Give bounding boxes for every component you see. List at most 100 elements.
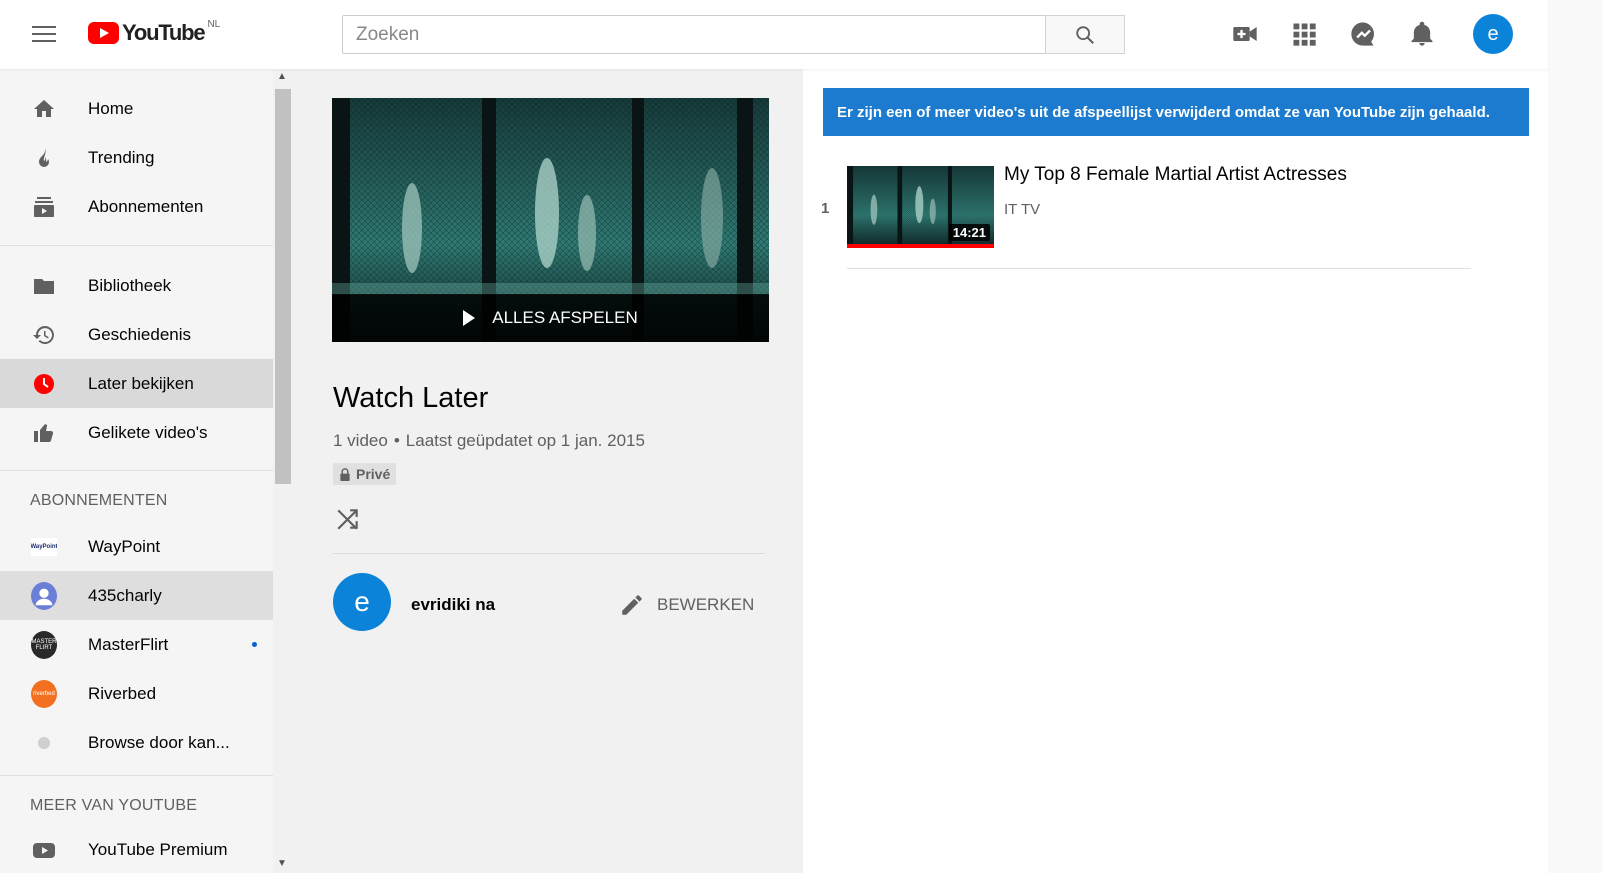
- play-all-button[interactable]: ALLES AFSPELEN: [332, 294, 769, 342]
- sidebar-item-channel-masterflirt[interactable]: MASTER FLIRT MasterFlirt: [0, 620, 273, 669]
- clock-icon: [31, 371, 57, 397]
- logo-text: YouTube: [122, 20, 206, 45]
- separator-dot: •: [393, 431, 400, 450]
- privacy-badge[interactable]: Privé: [333, 463, 397, 485]
- apps-grid-icon[interactable]: [1290, 20, 1318, 48]
- masthead: YouTube NL e: [0, 0, 1548, 69]
- scroll-thumb[interactable]: [275, 89, 291, 484]
- edit-label: BEWERKEN: [657, 595, 755, 614]
- sidebar-item-label: Geschiedenis: [88, 324, 192, 344]
- sidebar: Home Trending Abonnementen Bibliotheek G…: [0, 69, 273, 873]
- shuffle-icon[interactable]: [335, 506, 361, 532]
- youtube-play-icon: [88, 22, 119, 44]
- home-icon: [31, 96, 57, 122]
- account-avatar[interactable]: e: [1473, 14, 1513, 54]
- sidebar-item-label: Gelikete video's: [88, 422, 208, 442]
- sidebar-item-label: MasterFlirt: [88, 634, 169, 654]
- playlist-contents: Er zijn een of meer video's uit de afspe…: [803, 69, 1548, 873]
- sidebar-item-label: WayPoint: [88, 536, 161, 556]
- edit-button[interactable]: BEWERKEN: [619, 589, 754, 621]
- sidebar-item-channel-435charly[interactable]: 435charly: [0, 571, 273, 620]
- avatar: [31, 581, 57, 610]
- lock-icon: [340, 467, 350, 481]
- sidebar-divider: [0, 245, 273, 246]
- removed-videos-alert: Er zijn een of meer video's uit de afspe…: [823, 88, 1529, 136]
- browse-channels-icon: [31, 730, 57, 756]
- sidebar-item-label: 435charly: [88, 585, 162, 605]
- scroll-down-arrow-icon[interactable]: ▼: [277, 858, 287, 869]
- sidebar-item-label: Bibliotheek: [88, 275, 172, 295]
- play-icon: [463, 310, 476, 326]
- playlist-video-row[interactable]: 1 14:21 My Top 8 Female Martial Artist A…: [817, 164, 1471, 269]
- sidebar-item-label: Riverbed: [88, 683, 157, 703]
- history-icon: [31, 322, 57, 348]
- flame-icon: [31, 145, 57, 171]
- video-index: 1: [821, 200, 830, 217]
- playlist-title[interactable]: Watch Later: [333, 382, 488, 415]
- avatar: riverbed: [31, 679, 57, 708]
- sidebar-item-browse-channels[interactable]: Browse door kan...: [0, 718, 273, 767]
- subscriptions-heading: ABONNEMENTEN: [30, 492, 168, 509]
- search-input[interactable]: [342, 15, 1046, 54]
- search-button[interactable]: [1045, 15, 1125, 54]
- page-edge: [1548, 0, 1603, 873]
- watch-progress-bar: [847, 244, 994, 248]
- avatar: WayPoint: [31, 537, 57, 556]
- youtube-icon: [31, 837, 57, 863]
- sidebar-scrollbar[interactable]: ▲ ▼: [273, 69, 293, 873]
- channel-avatar-slot: [31, 581, 57, 610]
- playlist-thumbnail[interactable]: ALLES AFSPELEN: [332, 98, 769, 342]
- pencil-icon: [622, 595, 642, 615]
- channel-avatar-slot: MASTER FLIRT: [31, 630, 57, 659]
- create-video-icon[interactable]: [1231, 20, 1259, 48]
- sidebar-item-label: Home: [88, 98, 134, 118]
- owner-avatar[interactable]: e: [333, 573, 391, 631]
- video-title[interactable]: My Top 8 Female Martial Artist Actresses: [1004, 164, 1347, 186]
- sidebar-item-label: Abonnementen: [88, 196, 204, 216]
- last-updated: Laatst geüpdatet op 1 jan. 2015: [405, 431, 645, 450]
- messages-icon[interactable]: [1349, 20, 1377, 48]
- guide-menu-icon[interactable]: [32, 26, 56, 44]
- scroll-up-arrow-icon[interactable]: ▲: [277, 71, 287, 82]
- channel-avatar-slot: riverbed: [31, 679, 57, 708]
- video-duration: 14:21: [948, 224, 990, 241]
- person-icon: [35, 588, 53, 605]
- playlist-divider: [333, 553, 765, 554]
- video-count: 1 video: [333, 431, 388, 450]
- search-icon: [1076, 26, 1094, 44]
- sidebar-item-library[interactable]: Bibliotheek: [0, 261, 273, 310]
- country-code: NL: [207, 18, 221, 30]
- thumbs-up-icon: [31, 420, 57, 446]
- owner-name[interactable]: evridiki na: [411, 595, 495, 615]
- sidebar-item-home[interactable]: Home: [0, 84, 273, 133]
- sidebar-item-liked-videos[interactable]: Gelikete video's: [0, 408, 273, 457]
- sidebar-item-subscriptions[interactable]: Abonnementen: [0, 182, 273, 231]
- subscriptions-icon: [31, 194, 57, 220]
- folder-icon: [31, 273, 57, 299]
- sidebar-item-label: Trending: [88, 147, 155, 167]
- sidebar-item-history[interactable]: Geschiedenis: [0, 310, 273, 359]
- new-content-dot: [252, 642, 257, 647]
- sidebar-item-label: YouTube Premium: [88, 839, 228, 859]
- sidebar-item-trending[interactable]: Trending: [0, 133, 273, 182]
- playlist-stats: 1 video • Laatst geüpdatet op 1 jan. 2015: [333, 431, 645, 451]
- video-channel[interactable]: IT TV: [1004, 201, 1040, 218]
- video-thumbnail[interactable]: 14:21: [847, 166, 994, 248]
- sidebar-item-channel-riverbed[interactable]: riverbed Riverbed: [0, 669, 273, 718]
- sidebar-item-youtube-premium[interactable]: YouTube Premium: [0, 825, 273, 873]
- privacy-label: Privé: [356, 466, 391, 482]
- youtube-logo[interactable]: YouTube NL: [88, 18, 221, 46]
- sidebar-divider: [0, 470, 273, 471]
- playlist-sidebar: ALLES AFSPELEN Watch Later 1 video • Laats…: [293, 69, 803, 873]
- sidebar-item-channel-waypoint[interactable]: WayPoint WayPoint: [0, 522, 273, 571]
- avatar: MASTER FLIRT: [31, 630, 57, 659]
- sidebar-item-watch-later[interactable]: Later bekijken: [0, 359, 273, 408]
- sidebar-item-label: Later bekijken: [88, 373, 194, 393]
- channel-avatar-slot: WayPoint: [31, 534, 57, 560]
- notifications-bell-icon[interactable]: [1408, 20, 1436, 48]
- play-all-label: ALLES AFSPELEN: [492, 308, 638, 327]
- more-from-youtube-heading: MEER VAN YOUTUBE: [30, 797, 198, 814]
- sidebar-divider: [0, 775, 273, 776]
- row-divider: [847, 268, 1471, 269]
- sidebar-item-label: Browse door kan...: [88, 732, 230, 752]
